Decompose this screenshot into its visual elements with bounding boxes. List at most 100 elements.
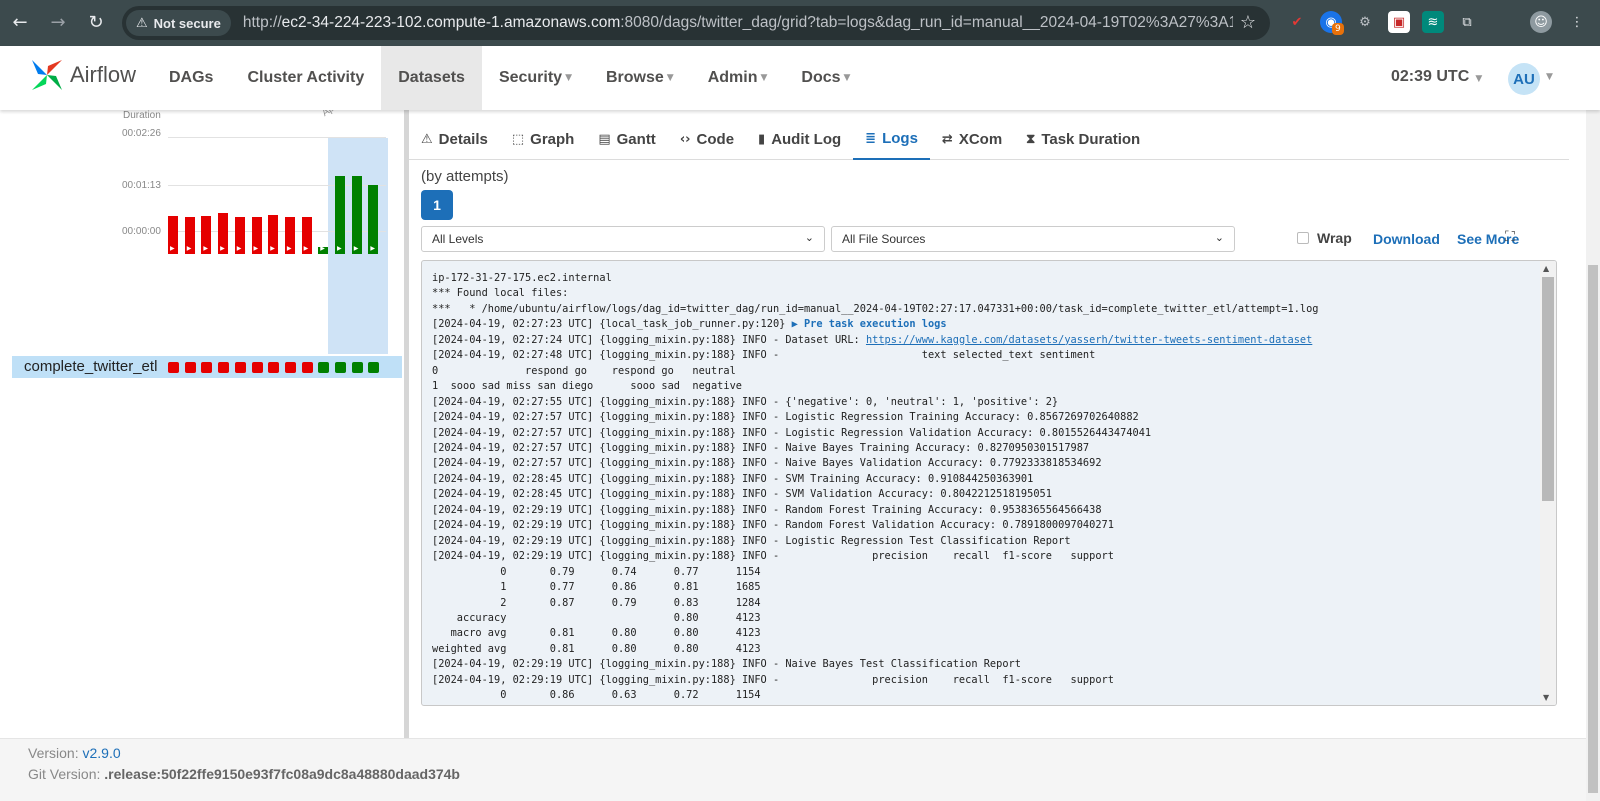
page-footer: Version: v2.9.0 Git Version: .release:50… xyxy=(0,738,1586,801)
log-line: [2024-04-19, 02:27:55 UTC] {logging_mixi… xyxy=(432,395,1059,408)
run-duration-bar-8[interactable]: ▶ xyxy=(284,217,295,254)
log-line: [2024-04-19, 02:27:57 UTC] {logging_mixi… xyxy=(432,457,1102,470)
red-extension-icon[interactable]: ▣ xyxy=(1388,11,1410,33)
log-line: accuracy 0.80 4123 xyxy=(432,611,761,624)
log-line: [2024-04-19, 02:28:45 UTC] {logging_mixi… xyxy=(432,472,1034,485)
play-icon: ▶ xyxy=(303,245,309,252)
play-icon: ▶ xyxy=(253,245,259,252)
version-link[interactable]: v2.9.0 xyxy=(82,745,120,761)
run-duration-bar-11[interactable]: ▶ xyxy=(335,176,345,254)
task-instance-cell-12[interactable] xyxy=(351,362,363,373)
tab-audit-log[interactable]: ▮ Audit Log xyxy=(746,118,853,160)
log-line: [2024-04-19, 02:29:19 UTC] {logging_mixi… xyxy=(432,534,1071,547)
security-chip[interactable]: ⚠ Not secure xyxy=(126,10,231,36)
scroll-up-arrow-icon[interactable]: ▲ xyxy=(1543,264,1549,273)
run-duration-bar-6[interactable]: ▶ xyxy=(251,217,262,254)
task-instance-cell-1[interactable] xyxy=(168,362,179,373)
todoist-extension-icon[interactable]: ✔ xyxy=(1286,11,1308,33)
log-line: [2024-04-19, 02:29:19 UTC] {logging_mixi… xyxy=(432,673,1114,686)
airflow-logo[interactable]: Airflow xyxy=(28,56,136,94)
menu-datasets[interactable]: Datasets xyxy=(381,46,482,110)
tab-details[interactable]: ⚠ Details xyxy=(409,118,500,160)
task-instance-cell-6[interactable] xyxy=(251,362,263,373)
page-scroll-thumb[interactable] xyxy=(1588,265,1598,793)
extension-badge-icon[interactable]: ◉ 9 xyxy=(1320,11,1344,35)
run-duration-bar-10[interactable]: ▶ xyxy=(318,245,329,254)
tab-task-duration[interactable]: ⧗ Task Duration xyxy=(1014,118,1152,160)
task-instance-cell-3[interactable] xyxy=(201,362,213,373)
log-viewer[interactable]: ip-172-31-27-175.ec2.internal *** Found l… xyxy=(421,260,1557,706)
task-instance-cell-13[interactable] xyxy=(368,362,380,373)
log-line: [2024-04-19, 02:29:19 UTC] {logging_mixi… xyxy=(432,658,1021,671)
task-instance-cell-11[interactable] xyxy=(335,362,346,373)
checkbox-box[interactable] xyxy=(1297,232,1309,244)
profile-avatar-icon[interactable]: ☺ xyxy=(1530,11,1552,33)
menu-docs[interactable]: Docs ▼ xyxy=(784,46,867,110)
task-instance-cell-10[interactable] xyxy=(318,362,330,373)
task-instance-cell-8[interactable] xyxy=(284,362,296,373)
task-name[interactable]: complete_twitter_etl xyxy=(24,358,157,375)
caret-down-icon: ▼ xyxy=(1472,74,1483,84)
airflow-pinwheel-icon xyxy=(32,60,62,90)
task-instance-cell-2[interactable] xyxy=(184,362,196,373)
task-instance-cell-5[interactable] xyxy=(234,362,246,373)
browser-menu-icon[interactable]: ⋮ xyxy=(1566,11,1588,33)
reload-icon[interactable]: ↻ xyxy=(84,11,108,35)
log-line: [2024-04-19, 02:27:57 UTC] {logging_mixi… xyxy=(432,441,1090,454)
log-scroll-thumb[interactable] xyxy=(1542,277,1554,501)
file-source-select[interactable]: All File Sources ⌄ xyxy=(831,226,1235,252)
task-row-complete-twitter-etl[interactable]: complete_twitter_etl xyxy=(12,356,402,378)
settings-gear-extension-icon[interactable]: ⚙ xyxy=(1354,11,1376,33)
log-level-select[interactable]: All Levels ⌄ xyxy=(421,226,825,252)
task-instance-cell-9[interactable] xyxy=(301,362,313,373)
page-scrollbar[interactable] xyxy=(1586,110,1600,801)
task-instance-cell-4[interactable] xyxy=(218,362,230,373)
extensions-puzzle-icon[interactable]: ⧉ xyxy=(1456,11,1478,33)
menu-admin[interactable]: Admin ▼ xyxy=(691,46,785,110)
tab-code[interactable]: ‹› Code xyxy=(668,118,746,160)
duration-axis-label: Duration xyxy=(123,110,161,121)
menu-browse[interactable]: Browse ▼ xyxy=(589,46,691,110)
utc-clock[interactable]: 02:39 UTC ▼ xyxy=(1391,68,1482,86)
back-arrow-icon[interactable]: ← xyxy=(8,11,32,35)
address-bar[interactable]: ⚠ Not secure http://ec2-34-224-223-102.c… xyxy=(122,6,1270,40)
task-instance-cell-7[interactable] xyxy=(268,362,280,373)
tab-label: Gantt xyxy=(616,130,656,148)
run-duration-bar-4[interactable]: ▶ xyxy=(218,213,229,254)
tab-gantt[interactable]: ▤ Gantt xyxy=(586,118,667,160)
url-text[interactable]: http://ec2-34-224-223-102.compute-1.amaz… xyxy=(243,14,1233,32)
dataset-url-link[interactable]: https://www.kaggle.com/datasets/yasserh/… xyxy=(866,334,1312,346)
download-button[interactable]: Download xyxy=(1373,231,1440,247)
tab-xcom[interactable]: ⇄ XCom xyxy=(930,118,1014,160)
menu-dags[interactable]: DAGs xyxy=(152,46,230,110)
forward-arrow-icon[interactable]: → xyxy=(46,11,70,35)
scroll-down-arrow-icon[interactable]: ▼ xyxy=(1543,693,1549,702)
menu-security[interactable]: Security ▼ xyxy=(482,46,589,110)
run-duration-bar-3[interactable]: ▶ xyxy=(201,216,212,254)
expand-pre-task-logs-toggle[interactable]: ▶ Pre task execution logs xyxy=(792,318,947,330)
run-duration-bar-1[interactable]: ▶ xyxy=(168,216,178,254)
log-line: [2024-04-19, 02:27:48 UTC] {logging_mixi… xyxy=(432,349,1096,362)
bookmark-star-icon[interactable]: ☆ xyxy=(1240,12,1256,33)
log-line: *** * /home/ubuntu/airflow/logs/dag_id=t… xyxy=(432,302,1319,315)
run-duration-bar-9[interactable]: ▶ xyxy=(301,217,312,254)
teal-extension-icon[interactable]: ≋ xyxy=(1422,11,1444,33)
run-duration-bar-12[interactable]: ▶ xyxy=(351,176,362,254)
run-duration-bar-13[interactable]: ▶ xyxy=(368,185,379,254)
wrap-checkbox[interactable]: Wrap xyxy=(1297,230,1352,246)
fullscreen-icon[interactable]: ⛶ xyxy=(1505,229,1515,245)
wrap-label: Wrap xyxy=(1317,230,1352,246)
task-duration-icon: ⧗ xyxy=(1026,131,1036,147)
user-avatar[interactable]: AU xyxy=(1508,63,1540,95)
tab-graph[interactable]: ⬚ Graph xyxy=(500,118,586,160)
tab-logs[interactable]: ≣ Logs xyxy=(853,118,930,160)
log-scrollbar[interactable]: ▲ ▼ xyxy=(1540,261,1556,705)
caret-down-icon: ▼ xyxy=(843,73,851,83)
run-duration-bar-7[interactable]: ▶ xyxy=(268,215,279,254)
menu-cluster-activity[interactable]: Cluster Activity xyxy=(230,46,381,110)
caret-down-icon: ▼ xyxy=(666,73,674,83)
run-duration-bar-5[interactable]: ▶ xyxy=(234,217,245,254)
log-level-value: All Levels xyxy=(432,232,484,246)
run-duration-bar-2[interactable]: ▶ xyxy=(184,217,195,254)
attempt-1-button[interactable]: 1 xyxy=(421,190,453,220)
